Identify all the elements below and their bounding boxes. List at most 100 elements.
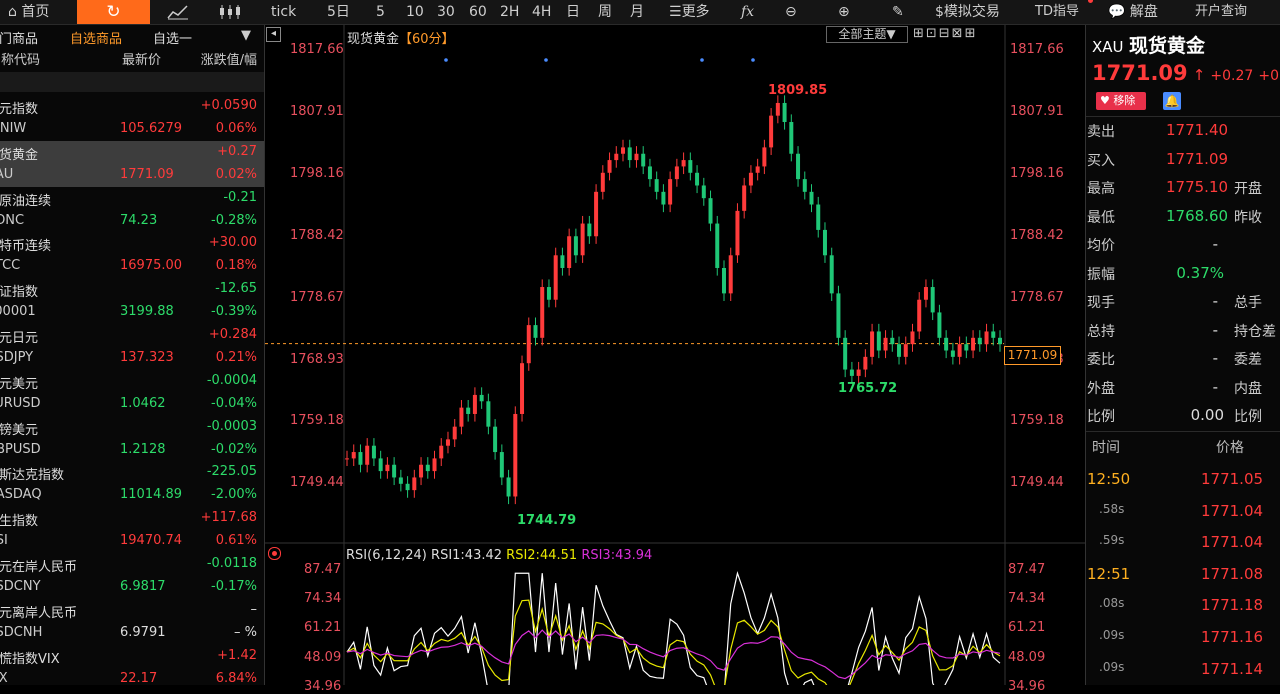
td-guide-button[interactable]: TD指导: [1035, 0, 1079, 24]
list-item[interactable]: 美原油连续 -0.21 CONC 74.23 -0.28%: [0, 187, 264, 233]
period-button[interactable]: 60: [469, 0, 487, 24]
list-item[interactable]: 美元离岸人民币 – USDCNH 6.9791 – %: [0, 599, 264, 645]
period-button[interactable]: 5日: [327, 0, 350, 24]
list-item[interactable]: 比特币连续 +30.00 BTCC 16975.00 0.18%: [0, 232, 264, 278]
candle-body: [964, 344, 969, 351]
sim-trade-button[interactable]: $模拟交易: [935, 0, 1000, 24]
candle-body: [600, 172, 605, 192]
event-marker: [700, 58, 704, 62]
tick-price: 1771.04: [1201, 533, 1264, 552]
period-button[interactable]: 2H: [500, 0, 519, 24]
list-item[interactable]: 恒生指数 +117.68 HSI 19470.74 0.61%: [0, 507, 264, 553]
candle-body: [984, 331, 989, 345]
event-marker: [751, 58, 755, 62]
period-button[interactable]: 10: [406, 0, 424, 24]
high-label: 1809.85: [768, 83, 828, 98]
item-price: 74.23: [120, 212, 158, 228]
list-item[interactable]: 现货黄金 +0.27 XAU 1771.09 0.02%: [0, 140, 264, 187]
item-name: 现货黄金: [0, 147, 39, 163]
more-button[interactable]: ☰更多: [669, 0, 710, 24]
candle-body: [385, 464, 390, 472]
theme-button[interactable]: 全部主题▼: [826, 26, 908, 43]
list-item[interactable]: 纳斯达克指数 -225.05 NASDAQ 11014.89 -2.00%: [0, 461, 264, 507]
candle-body: [957, 344, 962, 357]
candle-body: [513, 413, 518, 497]
period-button[interactable]: 日: [566, 0, 580, 24]
list-item[interactable]: 英镑美元 -0.0003 GBPUSD 1.2128 -0.02%: [0, 416, 264, 462]
indicator-settings-button[interactable]: [268, 547, 281, 560]
candle-chart-button[interactable]: [218, 0, 246, 24]
candle-body: [856, 369, 861, 376]
tick-price: 1771.08: [1201, 564, 1264, 583]
item-name: 美元指数: [0, 102, 39, 117]
event-marker: [444, 58, 448, 62]
tick-price: 1771.04: [1201, 501, 1264, 520]
stat-label: 比例: [1234, 409, 1262, 425]
zoom-out-button[interactable]: ⊖: [785, 0, 797, 24]
tab-favorites-1[interactable]: 自选一: [153, 28, 192, 47]
item-change: –: [250, 601, 258, 617]
tab-hot[interactable]: 热门商品: [0, 28, 38, 47]
period-button[interactable]: 月: [630, 0, 644, 24]
item-code: EURUSD: [0, 395, 41, 411]
layout-buttons[interactable]: ⊞⊡⊟⊠⊞: [913, 26, 977, 41]
item-name: 上证指数: [0, 285, 39, 301]
candle-body: [371, 445, 376, 459]
y-tick-right: 1788.42: [1010, 227, 1064, 243]
item-change: -0.21: [223, 189, 257, 205]
draw-button[interactable]: ✎: [892, 0, 904, 24]
item-change: -225.05: [206, 464, 257, 480]
explain-button[interactable]: 💬 解盘: [1108, 0, 1158, 24]
candle-body: [506, 477, 511, 497]
item-code: 000001: [0, 304, 36, 320]
account-query-button[interactable]: 开户查询: [1195, 0, 1247, 24]
zoom-in-icon: ⊕: [838, 4, 850, 20]
candle-body: [809, 191, 814, 205]
period-button[interactable]: 周: [598, 0, 612, 24]
candle-body: [533, 325, 538, 338]
chart-area[interactable]: ◂ 现货黄金【60分】 全部主题▼ ⊞⊡⊟⊠⊞ 1817.66 1807.91 17…: [265, 25, 1085, 694]
stat-value: -: [1212, 292, 1218, 310]
period-button[interactable]: 5: [376, 0, 385, 24]
collapse-left-button[interactable]: ◂: [266, 27, 281, 42]
header-latest[interactable]: 最新价: [122, 49, 161, 68]
chart-type-button[interactable]: [167, 0, 191, 24]
list-item[interactable]: 欧元美元 -0.0004 EURUSD 1.0462 -0.04%: [0, 370, 264, 416]
candle-body: [621, 147, 626, 154]
header-name[interactable]: 名称代码: [0, 49, 40, 68]
sim-trade-label: 模拟交易: [943, 4, 1000, 20]
zoom-in-button[interactable]: ⊕: [838, 0, 850, 24]
candle-body: [715, 223, 720, 268]
tick-button[interactable]: tick: [271, 0, 296, 24]
period-button[interactable]: 30: [437, 0, 455, 24]
stat-value: -: [1212, 349, 1218, 367]
list-item[interactable]: 恐慌指数VIX +1.42 VIX 22.17 6.84%: [0, 645, 264, 685]
list-item[interactable]: 美元日元 +0.284 USDJPY 137.323 0.21%: [0, 324, 264, 370]
item-code: BTCC: [0, 258, 21, 274]
formula-button[interactable]: fx: [741, 0, 754, 24]
dropdown-icon[interactable]: ▼: [241, 28, 251, 43]
remove-favorite-button[interactable]: ♥ 移除: [1096, 92, 1146, 110]
home-button[interactable]: ⌂ 首页: [8, 0, 66, 24]
candle-body: [499, 452, 504, 478]
alert-button[interactable]: 🔔: [1163, 92, 1181, 110]
candle-body: [398, 477, 403, 484]
bell-icon: 🔔: [1164, 94, 1180, 108]
candle-body: [755, 166, 760, 173]
refresh-icon: ↻: [106, 2, 121, 22]
period-button[interactable]: 4H: [532, 0, 551, 24]
header-change[interactable]: 涨跌值/幅: [201, 49, 257, 68]
y-tick-right: 1817.66: [1010, 42, 1064, 57]
formula-icon: fx: [741, 4, 755, 20]
list-item[interactable]: 美元在岸人民币 -0.0118 USDCNY 6.9817 -0.17%: [0, 553, 264, 599]
price-change-pct: +0.: [1258, 68, 1280, 84]
refresh-button[interactable]: ↻: [77, 0, 150, 24]
item-pct: -2.00%: [211, 487, 257, 503]
rsi-tick-right: 48.09: [1008, 649, 1046, 665]
list-item[interactable]: 上证指数 -12.65 000001 3199.88 -0.39%: [0, 278, 264, 324]
candlestick-chart[interactable]: [265, 25, 1085, 685]
stat-label: 买入: [1087, 152, 1115, 169]
stat-label: 外盘: [1087, 380, 1115, 397]
list-item[interactable]: 美元指数 +0.0590 DINIW 105.6279 0.06%: [0, 95, 264, 141]
tab-favorites[interactable]: 自选商品: [70, 28, 122, 47]
